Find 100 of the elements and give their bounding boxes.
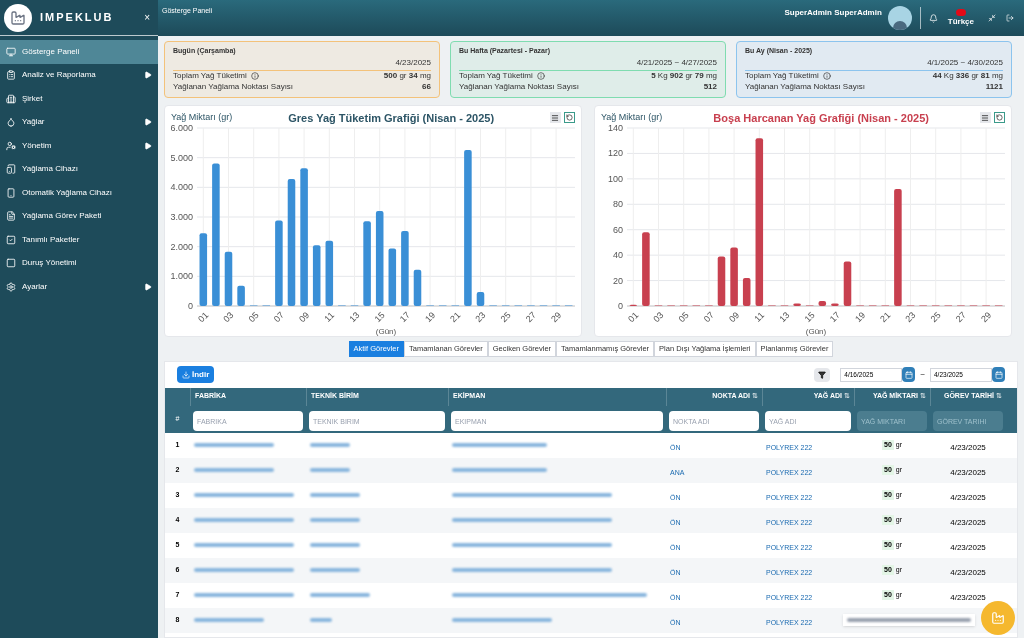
- checkbox-icon: [6, 234, 16, 245]
- stat-value: 512: [703, 81, 717, 93]
- bar: [793, 302, 801, 306]
- monitor-icon: [6, 46, 16, 57]
- filter-icon[interactable]: [814, 367, 831, 382]
- blurred-text: [310, 493, 360, 497]
- sidebar-item[interactable]: Yağlama Görev Paketi: [0, 204, 158, 228]
- blurred-text: [194, 618, 264, 622]
- tablet-icon: [6, 164, 16, 175]
- sidebar-item[interactable]: Gösterge Paneli: [0, 40, 158, 64]
- clipboard-icon: [6, 70, 16, 81]
- stat-label: Toplam Yağ Tüketimi: [459, 70, 533, 82]
- play-icon: [144, 118, 152, 127]
- x-tick-label: 01: [196, 309, 211, 324]
- y-tick-label: 6.000: [170, 122, 193, 133]
- stat-value: 500 gr 34 mg: [383, 70, 431, 82]
- brand-name: IMPEKLUB: [40, 10, 114, 26]
- x-tick-label: 29: [549, 309, 564, 324]
- task-date: 4/23/2025: [950, 568, 986, 577]
- reset-icon[interactable]: [994, 112, 1005, 124]
- x-tick-label: 07: [271, 309, 286, 324]
- bar: [742, 277, 751, 306]
- x-tick-label: 03: [651, 309, 666, 324]
- avatar-icon[interactable]: [887, 6, 912, 30]
- y-tick-label: 3.000: [170, 211, 193, 222]
- x-tick-label: 05: [246, 309, 261, 324]
- close-button[interactable]: ×: [144, 10, 150, 25]
- y-tick-label: 5.000: [170, 152, 193, 163]
- x-tick-label: 01: [626, 309, 641, 324]
- x-tick-label: 23: [473, 309, 488, 324]
- bar: [831, 302, 839, 306]
- x-tick-label: 27: [953, 309, 968, 324]
- y-tick-label: 20: [613, 275, 623, 286]
- square-icon: [6, 258, 16, 269]
- x-tick-label: 21: [448, 309, 463, 324]
- y-tick-label: 80: [613, 198, 623, 209]
- card-date: 4/1/2025 ~ 4/30/2025: [745, 56, 1003, 71]
- settings-icon: [6, 281, 16, 292]
- bar: [237, 285, 245, 306]
- bar: [476, 291, 485, 306]
- x-tick-label: 23: [903, 309, 918, 324]
- task-date: 4/23/2025: [950, 543, 986, 552]
- y-tick-label: 60: [613, 224, 623, 235]
- x-axis-label: (Gün): [375, 326, 397, 336]
- bar: [388, 247, 397, 306]
- blurred-text: [310, 518, 360, 522]
- minimize-icon[interactable]: [988, 14, 996, 22]
- y-tick-label: 4.000: [170, 181, 193, 192]
- x-tick-label: 19: [853, 309, 868, 324]
- sidebar-item[interactable]: Şirket: [0, 87, 158, 111]
- calendar-icon[interactable]: [992, 367, 1005, 382]
- sidebar-item[interactable]: Yağlama Cihazı: [0, 157, 158, 181]
- menu-icon[interactable]: [980, 112, 991, 124]
- date-separator: ~: [920, 368, 925, 381]
- user-name: SuperAdmin SuperAdmin: [784, 7, 882, 19]
- sidebar-item[interactable]: Ayarlar: [0, 275, 158, 299]
- task-date: 4/23/2025: [950, 518, 986, 527]
- bar: [224, 251, 233, 306]
- download-icon: [182, 370, 190, 379]
- blurred-text: [310, 543, 360, 547]
- bar: [717, 255, 726, 306]
- logout-icon[interactable]: [1006, 14, 1014, 22]
- blurred-text: [310, 443, 350, 447]
- x-axis-label: (Gün): [805, 326, 827, 336]
- task-date: 4/23/2025: [950, 493, 986, 502]
- task-date: 4/23/2025: [950, 443, 986, 452]
- x-tick-label: 07: [701, 309, 716, 324]
- sidebar-item[interactable]: Yağlar: [0, 110, 158, 134]
- y-tick-label: 40: [613, 249, 623, 260]
- blurred-text: [310, 468, 350, 472]
- document-icon: [6, 211, 16, 222]
- building-icon: [6, 93, 16, 104]
- user-gear-icon: [6, 140, 16, 151]
- y-axis-label: Yağ Miktarı (gr): [171, 111, 233, 124]
- sidebar-item[interactable]: Yönetim: [0, 134, 158, 158]
- chart-title: Boşa Harcanan Yağ Grafiği (Nisan - 2025): [713, 110, 929, 126]
- x-tick-label: 13: [347, 309, 362, 324]
- x-tick-label: 03: [221, 309, 236, 324]
- sidebar-item[interactable]: Duruş Yönetimi: [0, 251, 158, 275]
- menu-icon[interactable]: [550, 112, 561, 124]
- logo-icon: [4, 3, 32, 32]
- y-tick-label: 0: [618, 300, 623, 311]
- download-button[interactable]: İndir: [177, 366, 215, 383]
- x-tick-label: 17: [827, 309, 842, 324]
- sidebar-item[interactable]: Otomatik Yağlama Cihazı: [0, 181, 158, 205]
- bar: [730, 247, 738, 306]
- stat-value: 66: [422, 81, 431, 93]
- bell-icon[interactable]: [928, 13, 938, 23]
- blurred-text: [310, 568, 360, 572]
- stat-label: Yağlanan Yağlama Noktası Sayısı: [173, 81, 294, 93]
- y-tick-label: 140: [607, 122, 623, 133]
- calendar-icon[interactable]: [902, 367, 916, 382]
- bar: [818, 300, 827, 306]
- play-icon: [144, 282, 152, 291]
- language-button[interactable]: Türkçe: [947, 8, 974, 28]
- factory-icon: [991, 611, 1005, 625]
- sidebar-item[interactable]: Tanımlı Paketler: [0, 228, 158, 252]
- y-tick-label: 100: [607, 173, 623, 184]
- reset-icon[interactable]: [564, 112, 575, 124]
- sidebar-item[interactable]: Analiz ve Raporlama: [0, 63, 158, 87]
